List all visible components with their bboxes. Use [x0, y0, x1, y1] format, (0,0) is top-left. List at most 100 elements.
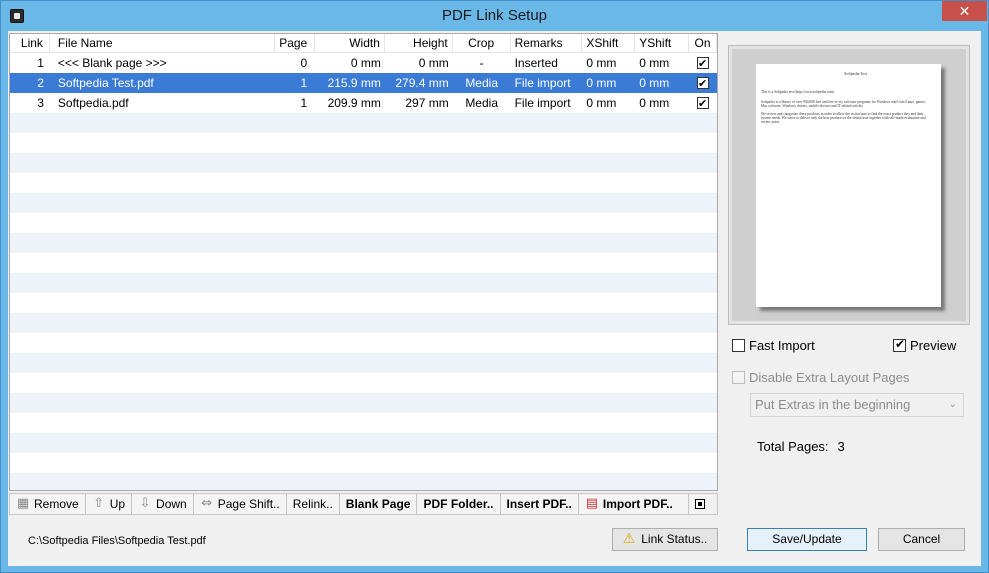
row-enabled-checkbox[interactable] [697, 74, 710, 93]
empty-row [10, 273, 717, 293]
disable-extra-label: Disable Extra Layout Pages [749, 370, 910, 385]
window-title: PDF Link Setup [441, 7, 548, 24]
link-status-button[interactable]: ⚠ Link Status.. [612, 528, 718, 551]
row-enabled-checkbox[interactable] [697, 94, 710, 113]
blank-page-button[interactable]: Blank Page [339, 494, 418, 514]
col-yshift[interactable]: YShift [635, 34, 690, 53]
arrow-down-icon: ⇩ [139, 496, 151, 511]
preview-line: This is a Softpedia test (http://www.sof… [761, 90, 835, 94]
preview-line: review notes. [761, 120, 781, 124]
fast-import-checkbox[interactable] [732, 339, 745, 352]
col-on[interactable]: On [689, 34, 717, 53]
toggle-square-button[interactable] [688, 494, 711, 514]
total-pages-value: 3 [837, 439, 845, 454]
empty-row [10, 173, 717, 193]
col-page[interactable]: Page [275, 34, 316, 53]
preview-doc-title: Softpedia Test [844, 71, 867, 76]
empty-row [10, 233, 717, 253]
cell-xshift: 0 mm [586, 76, 617, 90]
preview-line: system needs. We strive to deliver only … [761, 116, 926, 120]
square-toggle-icon [694, 499, 705, 509]
cell-file: <<< Blank page >>> [57, 56, 167, 70]
empty-row [10, 413, 717, 433]
cell-height: 0 mm [418, 56, 449, 70]
close-button[interactable]: ✕ [942, 1, 987, 21]
chevron-down-icon: ⌄ [948, 399, 957, 410]
empty-row [10, 393, 717, 413]
save-update-button[interactable]: Save/Update [747, 528, 867, 551]
cell-page: 0 [300, 56, 308, 70]
blank-page-label: Blank Page [345, 497, 411, 511]
empty-row [10, 293, 717, 313]
remove-button[interactable]: ▦ Remove [10, 494, 86, 514]
preview-option[interactable]: Preview [893, 337, 957, 353]
down-button[interactable]: ⇩ Down [132, 494, 194, 514]
table-row[interactable]: 1 <<< Blank page >>> 0 0 mm 0 mm - Inserted 0 m… [10, 53, 717, 73]
cell-on [689, 73, 717, 93]
cell-crop: Media [465, 76, 498, 90]
empty-row [10, 213, 717, 233]
cell-on [689, 53, 717, 73]
row-enabled-checkbox[interactable] [697, 54, 710, 73]
page-preview: Softpedia Test This is a Softpedia test … [728, 45, 970, 325]
cell-height: 297 mm [405, 96, 449, 110]
col-xshift[interactable]: XShift [582, 34, 636, 53]
cell-file: Softpedia Test.pdf [57, 76, 154, 90]
empty-row [10, 113, 717, 133]
cell-crop: - [479, 56, 484, 70]
preview-label: Preview [910, 338, 957, 353]
relink-button[interactable]: Relink.. [286, 494, 340, 514]
cancel-button[interactable]: Cancel [878, 528, 965, 551]
cell-remarks: Inserted [514, 56, 558, 70]
empty-row [10, 313, 717, 333]
cell-page: 1 [300, 96, 308, 110]
empty-row [10, 353, 717, 373]
table-row[interactable]: 3 Softpedia.pdf 1 209.9 mm 297 mm Media File i… [10, 93, 717, 113]
disable-extra-option[interactable]: Disable Extra Layout Pages [732, 370, 909, 385]
col-height[interactable]: Height [385, 34, 453, 53]
empty-row [10, 193, 717, 213]
cell-yshift: 0 mm [639, 96, 670, 110]
link-table: Link File Name Page Width Height Crop Re… [9, 33, 718, 491]
cell-file: Softpedia.pdf [57, 96, 129, 110]
table-body: 1 <<< Blank page >>> 0 0 mm 0 mm - Inserted 0 m… [10, 53, 717, 490]
extras-position-select[interactable]: Put Extras in the beginning ⌄ [750, 393, 964, 417]
up-button[interactable]: ⇧ Up [85, 494, 133, 514]
table-row[interactable]: 2 Softpedia Test.pdf 1 215.9 mm 279.4 mm Medi… [10, 73, 717, 93]
col-link[interactable]: Link [10, 34, 50, 53]
import-pdf-button[interactable]: ▤ Import PDF.. [578, 494, 689, 514]
fast-import-option[interactable]: Fast Import [732, 338, 815, 353]
cell-link: 1 [37, 56, 44, 70]
cell-on [689, 93, 717, 113]
up-label: Up [109, 497, 126, 511]
col-remarks[interactable]: Remarks [511, 34, 583, 53]
cell-crop: Media [465, 96, 498, 110]
pdf-folder-label: PDF Folder.. [423, 497, 494, 511]
insert-pdf-button[interactable]: Insert PDF.. [500, 494, 579, 514]
cell-yshift: 0 mm [639, 76, 670, 90]
col-crop[interactable]: Crop [453, 34, 511, 53]
preview-checkbox[interactable] [893, 337, 906, 352]
title-bar[interactable]: PDF Link Setup ✕ [1, 1, 988, 31]
empty-row [10, 333, 717, 353]
table-header: Link File Name Page Width Height Crop Re… [10, 34, 717, 53]
link-status-label: Link Status.. [641, 532, 708, 546]
cell-height: 279.4 mm [395, 76, 449, 90]
file-path-label: C:\Softpedia Files\Softpedia Test.pdf [28, 535, 206, 547]
cell-xshift: 0 mm [586, 56, 617, 70]
col-file-name[interactable]: File Name [50, 34, 276, 53]
insert-pdf-label: Insert PDF.. [506, 497, 572, 511]
col-width[interactable]: Width [315, 34, 385, 53]
cell-remarks: File import [514, 96, 571, 110]
total-pages-label: Total Pages: [757, 439, 829, 454]
pdf-folder-button[interactable]: PDF Folder.. [417, 494, 501, 514]
remove-label: Remove [34, 497, 79, 511]
empty-row [10, 153, 717, 173]
cell-xshift: 0 mm [586, 96, 617, 110]
disable-extra-checkbox[interactable] [732, 371, 745, 384]
empty-row [10, 133, 717, 153]
page-shift-label: Page Shift.. [217, 497, 280, 511]
page-shift-button[interactable]: ⇔ Page Shift.. [193, 494, 287, 514]
cell-link: 2 [37, 76, 44, 90]
down-label: Down [156, 497, 187, 511]
